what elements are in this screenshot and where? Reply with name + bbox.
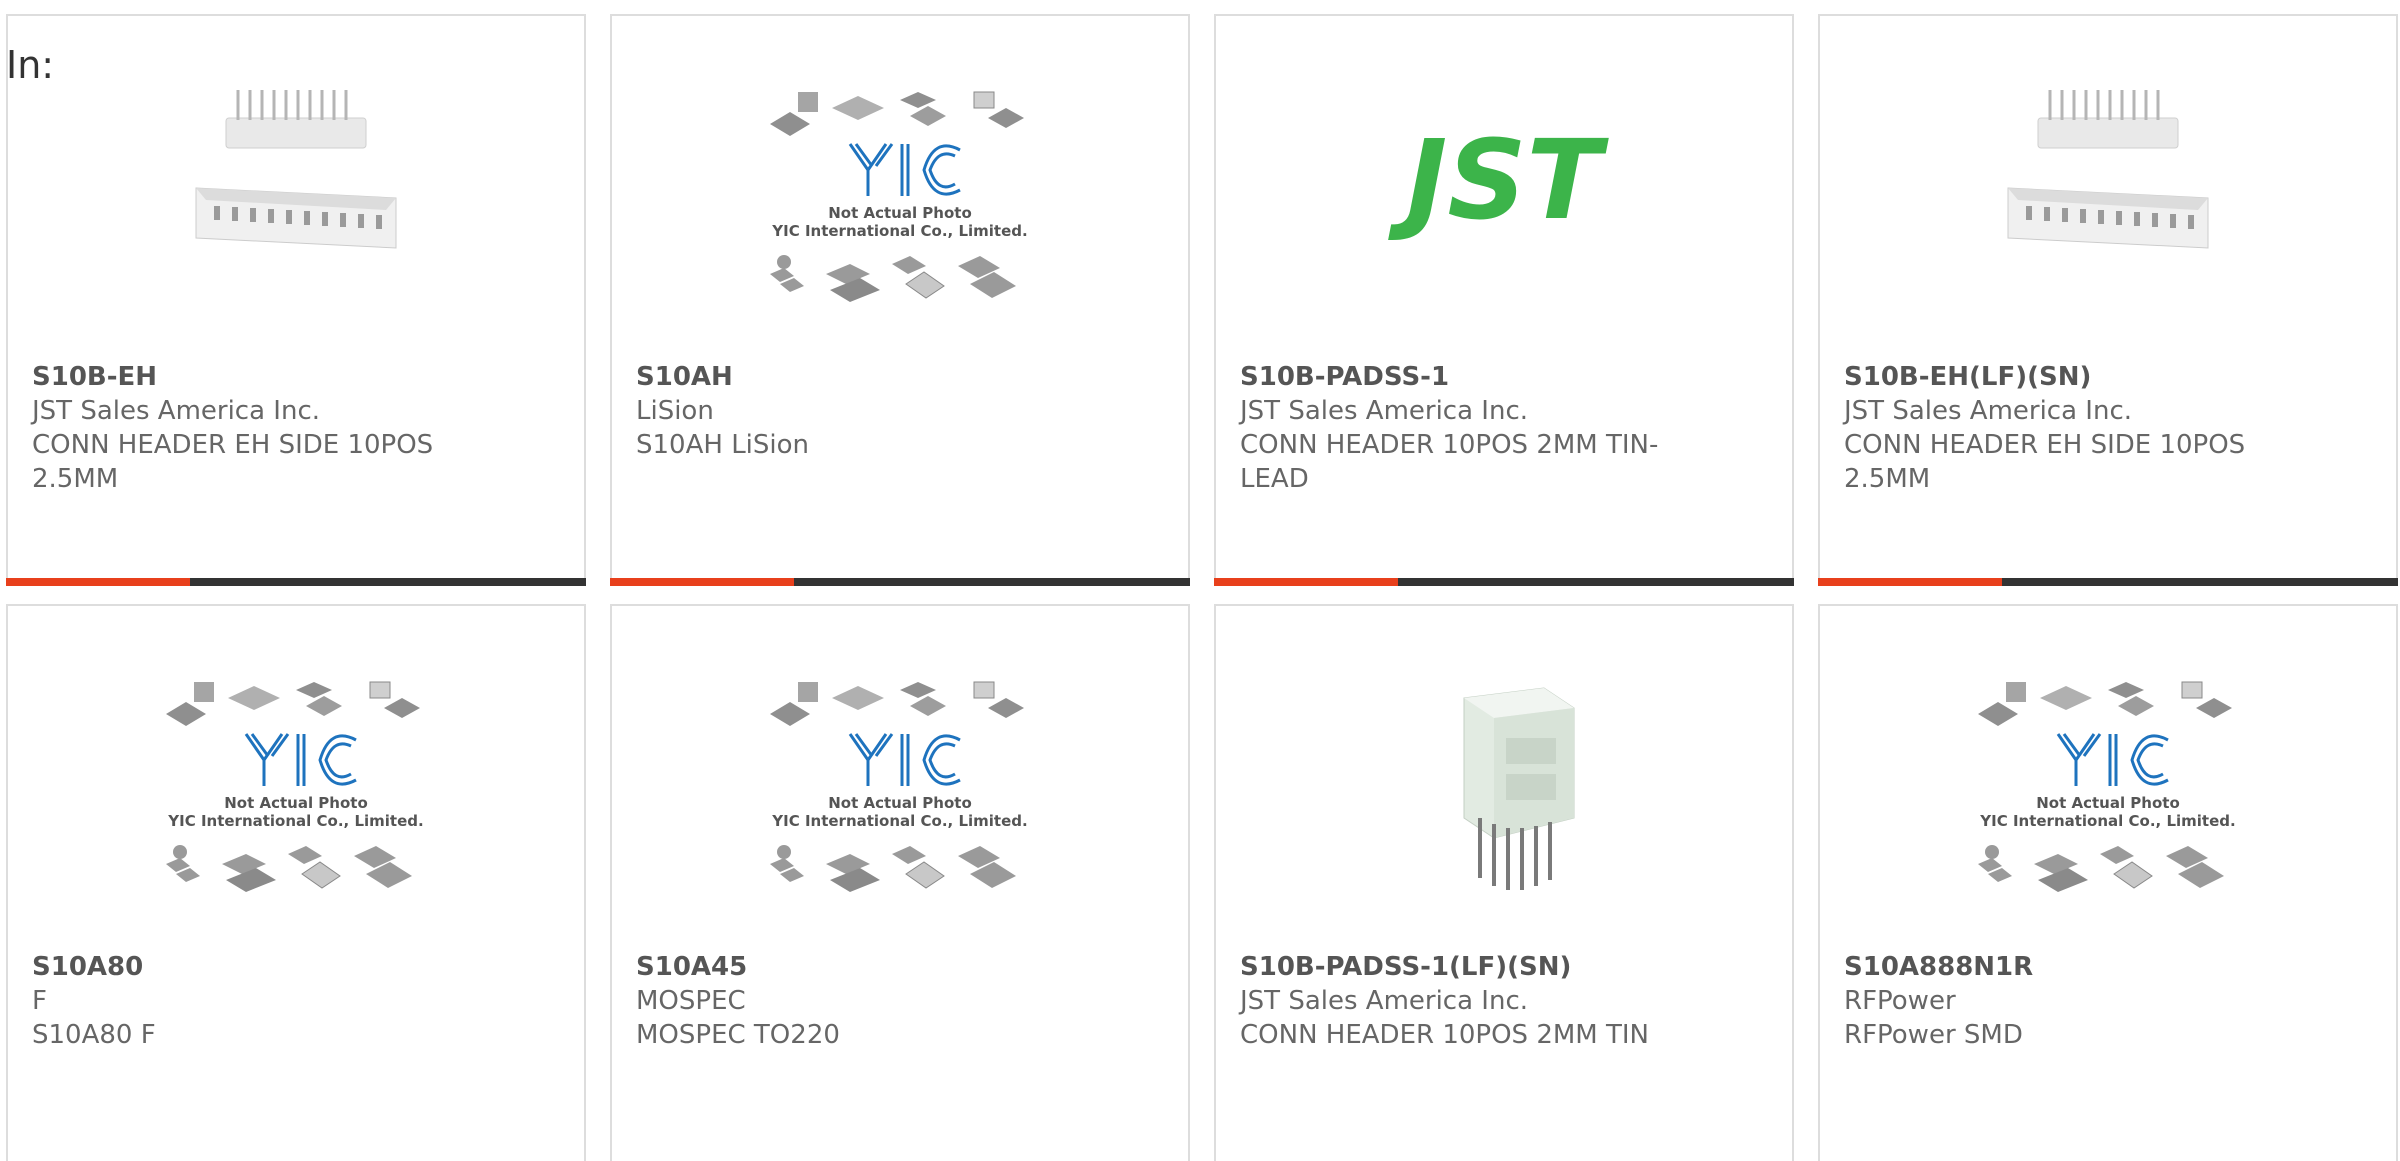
- product-info: S10B-EH(LF)(SN) JST Sales America Inc. C…: [1844, 360, 2276, 496]
- placeholder-caption-2: YIC International Co., Limited.: [1979, 812, 2235, 830]
- manufacturer-name: JST Sales America Inc.: [1240, 396, 1529, 426]
- product-description: MOSPEC TO220: [636, 1020, 840, 1050]
- card-accent-bar: [6, 578, 190, 586]
- part-number-link[interactable]: S10A45: [636, 950, 1068, 984]
- card-bottom-bar: [1214, 578, 1794, 586]
- product-info: S10A80 F S10A80 F: [32, 950, 464, 1052]
- placeholder-caption-2: YIC International Co., Limited.: [167, 812, 423, 830]
- part-number-link[interactable]: S10B-PADSS-1(LF)(SN): [1240, 950, 1672, 984]
- manufacturer-name: JST Sales America Inc.: [1844, 396, 2133, 426]
- manufacturer-name: RFPower: [1844, 986, 1956, 1016]
- yic-placeholder-image[interactable]: Not Actual Photo YIC International Co., …: [146, 668, 446, 908]
- product-card-s10b-padss-1[interactable]: JST S10B-PADSS-1 JST Sales America Inc. …: [1214, 14, 1794, 586]
- product-card-s10a888n1r[interactable]: Not Actual Photo YIC International Co., …: [1818, 604, 2398, 1161]
- placeholder-caption-1: Not Actual Photo: [828, 794, 972, 812]
- card-accent-bar: [1214, 578, 1398, 586]
- manufacturer-name: JST Sales America Inc.: [1240, 986, 1529, 1016]
- jst-logo-image[interactable]: JST: [1354, 78, 1654, 318]
- placeholder-caption-1: Not Actual Photo: [828, 204, 972, 222]
- part-number-link[interactable]: S10A80: [32, 950, 464, 984]
- placeholder-caption-2: YIC International Co., Limited.: [771, 222, 1027, 240]
- manufacturer-name: F: [32, 986, 47, 1016]
- connector-pair-image[interactable]: [146, 78, 446, 318]
- product-card-s10a45[interactable]: Not Actual Photo YIC International Co., …: [610, 604, 1190, 1161]
- card-bottom-bar: [1818, 578, 2398, 586]
- card-bottom-bar: [610, 578, 1190, 586]
- placeholder-caption-1: Not Actual Photo: [2036, 794, 2180, 812]
- product-description: S10A80 F: [32, 1020, 156, 1050]
- jst-logo-text: JST: [1387, 116, 1609, 244]
- yic-placeholder-image[interactable]: Not Actual Photo YIC International Co., …: [750, 78, 1050, 318]
- product-description: CONN HEADER EH SIDE 10POS 2.5MM: [32, 430, 434, 494]
- product-card-s10a80[interactable]: Not Actual Photo YIC International Co., …: [6, 604, 586, 1161]
- manufacturer-name: LiSion: [636, 396, 714, 426]
- product-card-s10b-eh[interactable]: S10B-EH JST Sales America Inc. CONN HEAD…: [6, 14, 586, 586]
- placeholder-caption-2: YIC International Co., Limited.: [771, 812, 1027, 830]
- product-description: CONN HEADER 10POS 2MM TIN-LEAD: [1240, 430, 1659, 494]
- product-description: RFPower SMD: [1844, 1020, 2023, 1050]
- product-card-s10ah[interactable]: Not Actual Photo YIC International Co., …: [610, 14, 1190, 586]
- connector-pair-image[interactable]: [1958, 78, 2258, 318]
- part-number-link[interactable]: S10B-PADSS-1: [1240, 360, 1672, 394]
- yic-placeholder-image[interactable]: Not Actual Photo YIC International Co., …: [750, 668, 1050, 908]
- part-number-link[interactable]: S10B-EH(LF)(SN): [1844, 360, 2276, 394]
- placeholder-caption-1: Not Actual Photo: [224, 794, 368, 812]
- manufacturer-name: MOSPEC: [636, 986, 746, 1016]
- product-card-s10b-padss-1-lf-sn[interactable]: S10B-PADSS-1(LF)(SN) JST Sales America I…: [1214, 604, 1794, 1161]
- product-info: S10B-PADSS-1(LF)(SN) JST Sales America I…: [1240, 950, 1672, 1052]
- product-info: S10AH LiSion S10AH LiSion: [636, 360, 1068, 462]
- manufacturer-name: JST Sales America Inc.: [32, 396, 321, 426]
- product-description: S10AH LiSion: [636, 430, 810, 460]
- product-card-s10b-eh-lf-sn[interactable]: S10B-EH(LF)(SN) JST Sales America Inc. C…: [1818, 14, 2398, 586]
- part-number-link[interactable]: S10AH: [636, 360, 1068, 394]
- product-description: CONN HEADER 10POS 2MM TIN: [1240, 1020, 1649, 1050]
- product-info: S10B-PADSS-1 JST Sales America Inc. CONN…: [1240, 360, 1672, 496]
- card-accent-bar: [1818, 578, 2002, 586]
- part-number-link[interactable]: S10B-EH: [32, 360, 464, 394]
- card-accent-bar: [610, 578, 794, 586]
- product-info: S10B-EH JST Sales America Inc. CONN HEAD…: [32, 360, 464, 496]
- part-number-link[interactable]: S10A888N1R: [1844, 950, 2276, 984]
- product-info: S10A45 MOSPEC MOSPEC TO220: [636, 950, 1068, 1052]
- product-info: S10A888N1R RFPower RFPower SMD: [1844, 950, 2276, 1052]
- product-description: CONN HEADER EH SIDE 10POS 2.5MM: [1844, 430, 2246, 494]
- yic-placeholder-image[interactable]: Not Actual Photo YIC International Co., …: [1958, 668, 2258, 908]
- product-grid-page: In: S10B-EH JST Sales America Inc. CONN …: [0, 0, 2400, 1161]
- filter-in-label: In:: [6, 43, 55, 87]
- header-connector-image[interactable]: [1354, 668, 1654, 908]
- card-bottom-bar: [6, 578, 586, 586]
